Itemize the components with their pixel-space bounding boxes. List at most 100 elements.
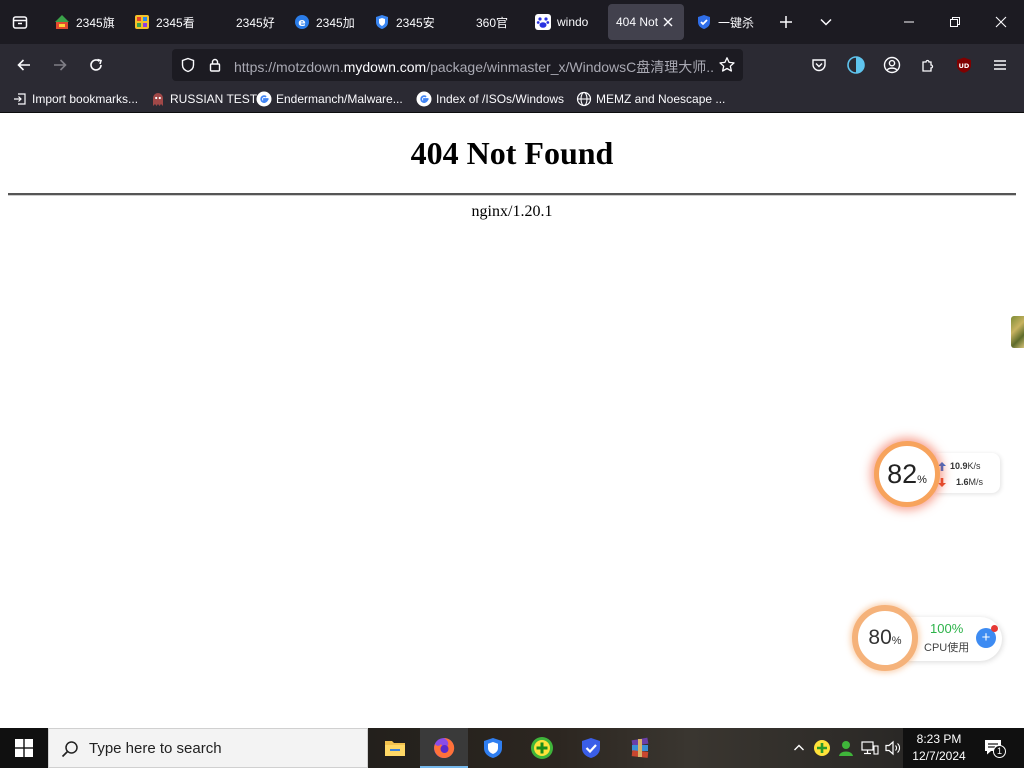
add-plus-icon[interactable]: + (976, 625, 998, 648)
tracking-protection-shield-icon[interactable] (180, 57, 196, 73)
page-title: 404 Not Found (410, 135, 614, 171)
bookmark-label: Index of /ISOs/Windows (436, 92, 565, 106)
restore-button[interactable] (932, 0, 978, 44)
restore-icon (950, 17, 960, 27)
bookmarks-toolbar: Import bookmarks... RUSSIAN TEST Enderma… (0, 85, 1024, 113)
puzzle-icon (922, 59, 934, 72)
upload-unit: K/s (967, 461, 981, 471)
lock-icon[interactable] (207, 57, 223, 73)
tab-strip: 2345旗 2345看 2345好 e 2345加 2345安 360官 win… (0, 0, 1024, 44)
firefox-view-button[interactable] (6, 8, 34, 36)
tab-2345-kan[interactable]: 2345看 (134, 4, 200, 40)
minimize-button[interactable] (886, 0, 932, 44)
floating-edge-image[interactable] (1011, 316, 1024, 348)
extensions-button[interactable] (913, 50, 943, 80)
pocket-button[interactable] (804, 50, 834, 80)
memory-usage-ring: 82% (874, 441, 940, 507)
ublock-button[interactable]: UD (949, 50, 979, 80)
upload-speed: 10.9 (950, 461, 968, 471)
bookmark-label: RUSSIAN TEST (170, 92, 258, 106)
download-unit: M/s (968, 477, 984, 487)
bookmark-star-icon[interactable] (718, 56, 736, 74)
tray-network[interactable] (860, 738, 880, 758)
bookmark-label: MEMZ and Noescape ... (596, 92, 726, 106)
upload-row: 10.9 K/s (938, 459, 981, 473)
back-arrow-icon (17, 59, 30, 71)
forward-button[interactable] (45, 50, 75, 80)
app-menu-button[interactable] (985, 50, 1015, 80)
bookmark-endermanch[interactable]: Endermanch/Malware... (256, 90, 403, 108)
tab-404-active[interactable]: 404 Not (608, 4, 684, 40)
tab-2345-an[interactable]: 2345安 (374, 4, 440, 40)
back-button[interactable] (9, 50, 39, 80)
windows-taskbar: Type here to search 8:23 PM 12/7/2024 1 (0, 728, 1024, 768)
bookmark-memz[interactable]: MEMZ and Noescape ... (576, 90, 725, 108)
clock-date: 12/7/2024 (912, 749, 966, 763)
tray-volume[interactable] (883, 738, 903, 758)
download-row: 1.6 M/s (938, 475, 983, 489)
reload-button[interactable] (81, 50, 111, 80)
cpu-percent-ring: 80% (852, 605, 918, 671)
network-speed-panel: 10.9 K/s 1.6 M/s (936, 453, 1000, 493)
2345-kan-icon (135, 15, 149, 29)
clock-time: 8:23 PM (916, 732, 962, 746)
close-icon (995, 16, 1007, 28)
reload-icon (90, 58, 102, 71)
windows-logo-icon (15, 739, 33, 757)
tab-yijian[interactable]: 一键杀 (696, 4, 760, 40)
list-all-tabs-button[interactable] (812, 8, 840, 36)
svg-text:e: e (298, 16, 305, 29)
network-speed-widget[interactable]: 10.9 K/s 1.6 M/s 82% (870, 441, 1000, 509)
tab-label: 2345看 (156, 15, 195, 30)
taskbar-2345-security[interactable] (469, 728, 517, 768)
close-tab-icon[interactable] (660, 14, 676, 30)
screen: 2345旗 2345看 2345好 e 2345加 2345安 360官 win… (0, 0, 1024, 768)
search-icon (61, 741, 78, 758)
taskbar-green-plus-app[interactable] (518, 728, 566, 768)
cpu-usage-widget[interactable]: 100% CPU使用 + 80% (852, 605, 1004, 677)
chevron-up-icon (794, 744, 804, 751)
url-text[interactable]: https://motzdown.mydown.com/package/winm… (234, 57, 714, 77)
tab-label: 404 Not (616, 15, 659, 29)
tab-label: 一键杀 (718, 15, 755, 30)
vpn-button[interactable] (841, 50, 871, 80)
tab-label: 360官 (476, 15, 509, 30)
tray-green-plus-app[interactable] (812, 738, 832, 758)
action-center-button[interactable]: 1 (982, 738, 1006, 758)
url-prefix: https://motzdown. (234, 59, 344, 75)
system-clock[interactable]: 8:23 PM 12/7/2024 (905, 731, 973, 765)
account-button[interactable] (877, 50, 907, 80)
svg-text:UD: UD (959, 62, 970, 70)
close-window-button[interactable] (978, 0, 1024, 44)
taskbar-winrar[interactable] (616, 728, 664, 768)
account-icon (883, 56, 901, 74)
baidu-paw-icon (535, 14, 551, 30)
new-tab-button[interactable] (772, 8, 800, 36)
network-icon (861, 741, 879, 755)
google-icon (256, 91, 272, 107)
tab-2345-qi[interactable]: 2345旗 (54, 4, 120, 40)
address-bar[interactable]: https://motzdown.mydown.com/package/winm… (172, 49, 743, 81)
tray-user-app[interactable] (836, 738, 856, 758)
firefox-icon (434, 737, 455, 758)
tab-2345-hao[interactable]: 2345好 (236, 4, 286, 40)
bookmark-index-isos[interactable]: Index of /ISOs/Windows (416, 90, 564, 108)
server-signature: nginx/1.20.1 (471, 203, 553, 220)
folder-icon (385, 741, 405, 756)
url-path: /package/winmaster_x/WindowsC盘清理大师... (426, 59, 714, 75)
taskbar-firefox[interactable] (420, 728, 468, 768)
tab-360[interactable]: 360官 (476, 4, 526, 40)
tab-windows[interactable]: windo (535, 4, 597, 40)
tab-2345-jia[interactable]: e 2345加 (294, 4, 360, 40)
taskbar-file-explorer[interactable] (371, 728, 419, 768)
taskbar-search-box[interactable]: Type here to search (48, 728, 368, 768)
winrar-books-icon (631, 737, 649, 758)
shield-icon (484, 738, 502, 758)
bookmark-import[interactable]: Import bookmarks... (12, 90, 138, 108)
hamburger-icon (994, 60, 1006, 70)
taskbar-shield-check-app[interactable] (567, 728, 615, 768)
shield-check-icon (582, 738, 600, 758)
show-hidden-icons-button[interactable] (789, 738, 809, 758)
bookmark-russian-test[interactable]: RUSSIAN TEST (150, 90, 257, 108)
start-button[interactable] (0, 728, 48, 768)
